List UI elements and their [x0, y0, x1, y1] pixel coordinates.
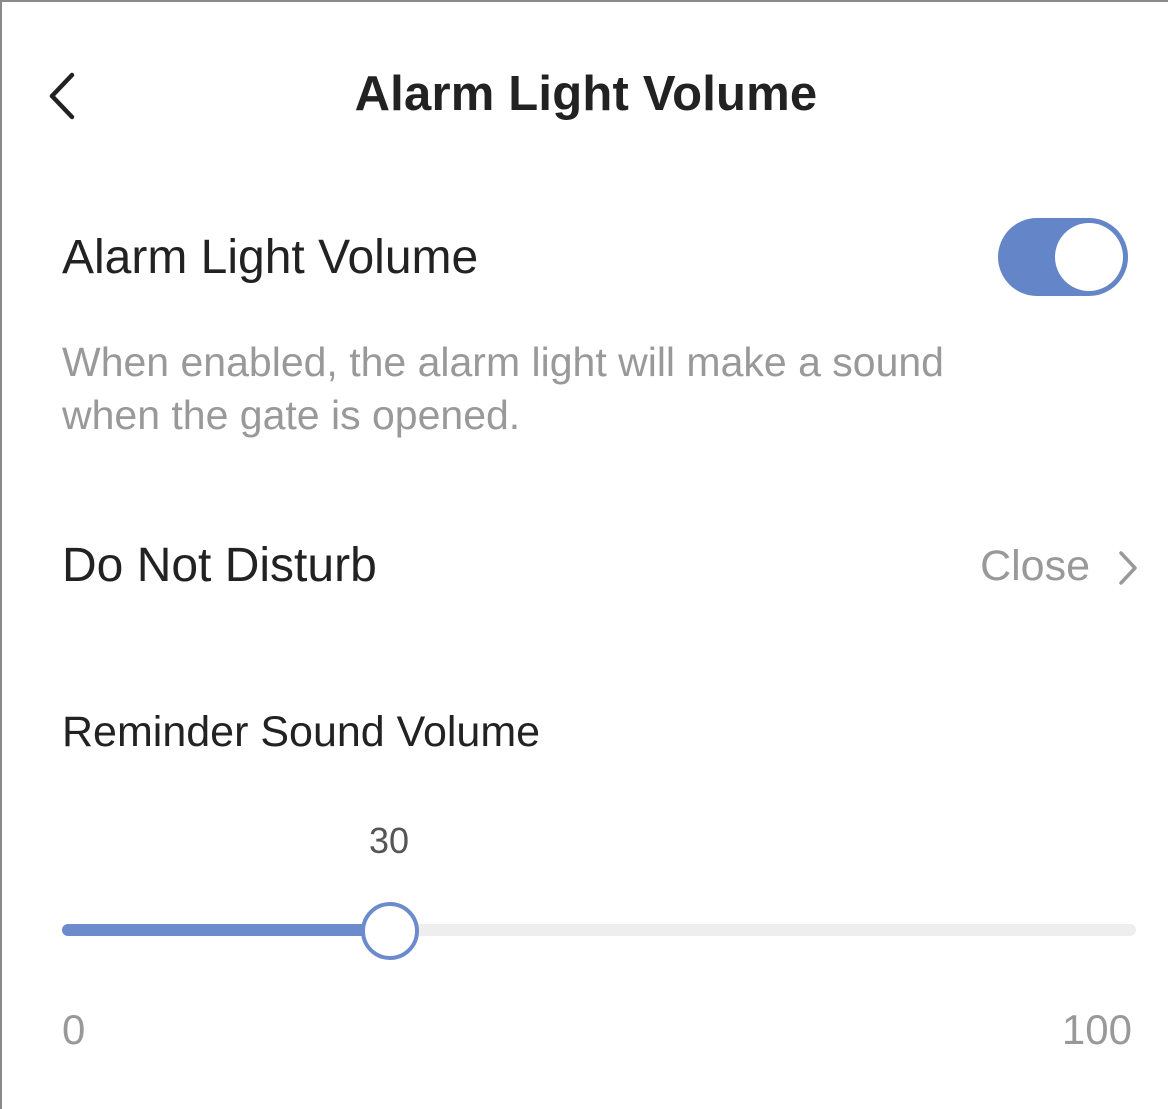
- page-title: Alarm Light Volume: [354, 67, 818, 121]
- do-not-disturb-value: Close: [980, 542, 1090, 590]
- slider-max-label: 100: [1061, 1006, 1132, 1053]
- reminder-volume-slider[interactable]: [62, 902, 1136, 960]
- do-not-disturb-row[interactable]: Do Not Disturb Close: [2, 522, 1168, 618]
- description-line-1: When enabled, the alarm light will make …: [62, 339, 944, 385]
- chevron-right-icon: [1119, 551, 1137, 585]
- slider-min-label: 0: [62, 1006, 86, 1053]
- do-not-disturb-label: Do Not Disturb: [62, 539, 377, 592]
- screen: Alarm Light Volume Alarm Light Volume Wh…: [0, 0, 1168, 1109]
- alarm-light-volume-toggle[interactable]: [998, 218, 1128, 296]
- reminder-sound-volume-label: Reminder Sound Volume: [62, 708, 541, 756]
- alarm-light-volume-label: Alarm Light Volume: [62, 231, 479, 284]
- description-line-2: when the gate is opened.: [62, 392, 521, 438]
- slider-thumb[interactable]: [361, 902, 419, 960]
- slider-fill: [62, 924, 389, 936]
- slider-value-label: 30: [368, 820, 410, 861]
- toggle-knob: [1055, 223, 1123, 291]
- alarm-light-description: When enabled, the alarm light will make …: [62, 336, 1062, 442]
